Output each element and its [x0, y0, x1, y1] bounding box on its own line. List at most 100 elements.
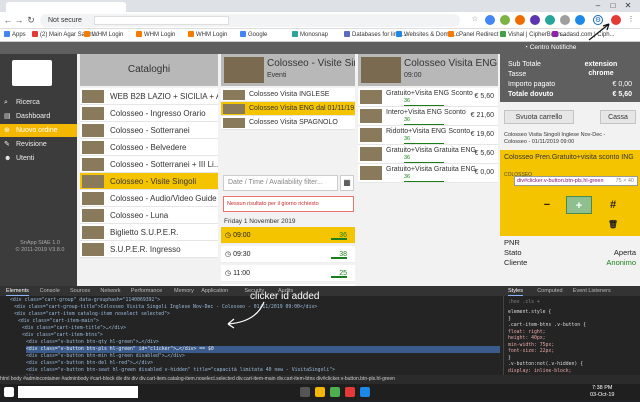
minus-button[interactable]: −	[534, 196, 560, 214]
devtools-tab[interactable]: Memory	[174, 286, 194, 296]
dom-node-line[interactable]: <div class="v-button btn-del hl-red">…</…	[26, 360, 500, 367]
url-input[interactable]	[94, 16, 229, 25]
catalog-item[interactable]: S.U.P.E.R. Ingresso	[80, 241, 218, 258]
bookmark-favicon	[396, 31, 402, 37]
cart-status-row: Stato Aperta	[504, 248, 636, 257]
bookmark-favicon	[240, 31, 246, 37]
delete-button[interactable]: 🗑	[604, 218, 622, 232]
devtools-tab[interactable]: Elements	[6, 286, 29, 296]
catalog-item[interactable]: Colosseo - Luna	[80, 207, 218, 224]
explorer-icon[interactable]	[315, 387, 325, 397]
catalog-item[interactable]: Colosseo - Visite Singoli	[80, 173, 218, 190]
bookmark-item[interactable]: Apps	[4, 30, 26, 41]
catalog-item[interactable]: Colosseo - Sotterranei	[80, 122, 218, 139]
maximize-icon[interactable]: □	[607, 1, 619, 11]
clock-icon: ◷	[225, 251, 234, 258]
bookmark-item[interactable]: Google	[240, 30, 267, 41]
seat-button[interactable]: #	[600, 196, 626, 214]
product-item[interactable]: Gratuito+Visita ENG Sconto € 5,60 36	[358, 88, 498, 107]
menu-icon[interactable]: ⋮	[626, 15, 636, 25]
catalog-item[interactable]: Colosseo - Belvedere	[80, 139, 218, 156]
product-item[interactable]: Gratuito+Visita Gratuita ENG € 5,60 36	[358, 145, 498, 164]
reload-icon[interactable]: ↻	[26, 15, 36, 25]
bookmark-item[interactable]: cPanel Redirect	[448, 30, 498, 41]
task-view-icon[interactable]	[300, 387, 310, 397]
extension-icon[interactable]	[575, 15, 585, 25]
devtools-tab[interactable]: Performance	[131, 286, 163, 296]
extension-icon[interactable]	[545, 15, 555, 25]
event-thumb	[223, 118, 245, 128]
product-item[interactable]: Gratuito+Visita Gratuita ENG € 0,00 36	[358, 164, 498, 183]
close-icon[interactable]: ✕	[622, 1, 634, 11]
extension-icon[interactable]	[530, 15, 540, 25]
chrome-icon[interactable]	[330, 387, 340, 397]
nav-item[interactable]: ▤ Dashboard	[0, 110, 77, 123]
notification-center[interactable]: ◔ Centro Notifiche	[524, 44, 576, 51]
time-slot[interactable]: ◷ 11:00 25	[221, 265, 355, 282]
styles-tab[interactable]: Computed	[537, 286, 562, 296]
bookmark-item[interactable]: WHM Login	[136, 30, 175, 41]
time-slot[interactable]: ◷ 09:30 38	[221, 246, 355, 263]
product-item[interactable]: Ridotto+Visita ENG Sconto € 19,60 36	[358, 126, 498, 145]
event-item[interactable]: Colosseo Visita SPAGNOLO	[221, 116, 355, 130]
dom-node-line[interactable]: <div class="v-button btn-qty hl-green">……	[26, 339, 500, 346]
nav-item[interactable]: ⊕ Nuovo ordine	[0, 124, 77, 137]
cash-button[interactable]: Cassa	[600, 110, 636, 124]
browser-tab[interactable]	[6, 2, 126, 12]
catalog-item[interactable]: WEB B2B LAZIO + SICILIA + ALTRO	[80, 88, 218, 105]
nav-item[interactable]: ✎ Revisione	[0, 138, 77, 151]
event-item[interactable]: Colosseo Visita INGLESE	[221, 88, 355, 102]
extension-icon[interactable]	[485, 15, 495, 25]
extension-icon[interactable]	[515, 15, 525, 25]
time-slot[interactable]: ◷ 09:00 36	[221, 227, 355, 244]
catalogs-header: Cataloghi	[80, 54, 218, 86]
bookmark-item[interactable]: Monosnap	[292, 30, 328, 41]
availability-bar	[331, 238, 347, 240]
extension-icon[interactable]	[560, 15, 570, 25]
empty-cart-button[interactable]: Svuota carrello	[504, 110, 574, 124]
calendar-icon[interactable]: ▦	[340, 175, 354, 191]
cart-item[interactable]: Colosseo Pren.Gratuito+visita sconto ING…	[500, 150, 640, 236]
bookmark-favicon	[448, 31, 454, 37]
windows-start-icon[interactable]	[4, 387, 14, 397]
devtools-tab[interactable]: Console	[40, 286, 60, 296]
catalog-item[interactable]: Colosseo - Sotterranei + III Li...	[80, 156, 218, 173]
catalog-item[interactable]: Colosseo - Ingresso Orario	[80, 105, 218, 122]
catalog-item[interactable]: Biglietto S.U.P.E.R.	[80, 224, 218, 241]
minimize-icon[interactable]: –	[592, 1, 604, 11]
devtools-tab[interactable]: Network	[100, 286, 120, 296]
cart-icon: ⊕	[4, 127, 10, 134]
dom-node-line[interactable]: <div class="v-button btn-pls hl-green" i…	[26, 346, 500, 353]
styles-tab[interactable]: Styles	[508, 286, 523, 296]
forward-icon[interactable]: →	[14, 15, 24, 25]
dom-node-line[interactable]: <div class="cart-item-btns">	[22, 332, 500, 339]
devtools-tab[interactable]: Sources	[70, 286, 90, 296]
dom-node-line[interactable]: <div class="v-button btn-min hl-green di…	[26, 353, 500, 360]
nav-item[interactable]: ⌕ Ricerca	[0, 96, 77, 109]
star-icon[interactable]: ☆	[470, 15, 480, 25]
inspect-tooltip: div#clicker.v-button.btn-pls.hl-green 75…	[514, 176, 638, 186]
nav-item[interactable]: ☻ Utenti	[0, 152, 77, 165]
taskbar-search[interactable]	[18, 386, 138, 398]
date-filter[interactable]: Date / Time / Availability filter...	[223, 175, 338, 191]
clock[interactable]: 7:38 PM 03-Oct-19	[590, 385, 614, 399]
product-item[interactable]: Intero+Visita ENG Sconto € 21,60 36	[358, 107, 498, 126]
bookmark-favicon	[344, 31, 350, 37]
catalog-item[interactable]: Colosseo - Audio/Video Guide	[80, 190, 218, 207]
dom-node-line[interactable]: <div class="v-button btn-seat hl-green d…	[26, 367, 500, 374]
bookmark-item[interactable]: WHM Login	[188, 30, 227, 41]
devtools-tab[interactable]: Application	[201, 286, 228, 296]
address-bar[interactable]: Not secure	[40, 14, 460, 27]
extension-icon[interactable]	[500, 15, 510, 25]
app-icon[interactable]	[345, 387, 355, 397]
product-thumb	[360, 147, 382, 161]
plus-button[interactable]: +	[566, 196, 592, 214]
bookmark-item[interactable]: WHM Login	[84, 30, 123, 41]
styles-tab[interactable]: Event Listeners	[573, 286, 611, 296]
back-icon[interactable]: ←	[3, 15, 13, 25]
browser-chrome: – □ ✕ ← → ↻ Not secure ☆ ⚙ ⋮ Apps (2) Mai…	[0, 0, 640, 42]
styles-filter[interactable]: :hov .cls +	[508, 299, 540, 306]
app-top-bar: ◔ Centro Notifiche	[0, 42, 640, 54]
app-icon[interactable]	[360, 387, 370, 397]
event-item[interactable]: Colosseo Visita ENG dal 01/11/19	[221, 102, 355, 116]
